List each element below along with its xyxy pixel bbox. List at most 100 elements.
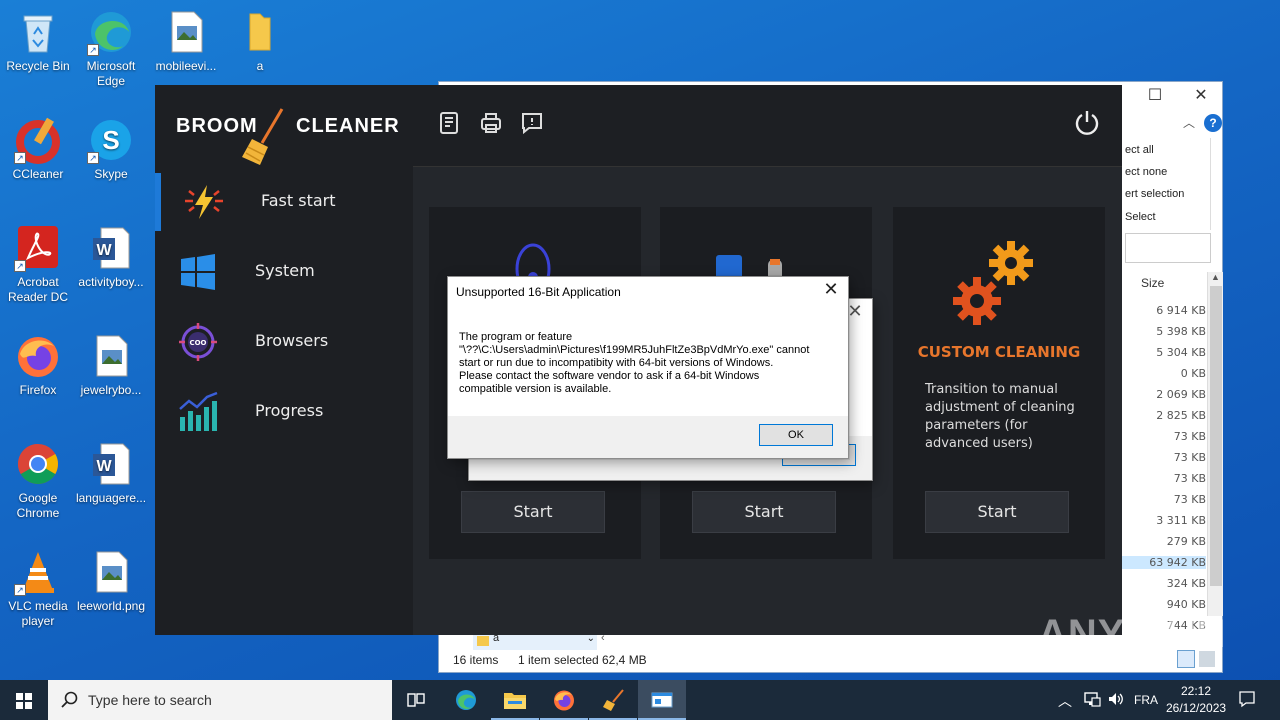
desktop-icon-recycle-bin[interactable]: Recycle Bin [0, 8, 76, 74]
file-size-cell[interactable]: 6 914 KB [1121, 304, 1206, 317]
nav-label: System [255, 261, 315, 280]
file-size-cell[interactable]: 0 KB [1121, 367, 1206, 380]
broom-icon [238, 107, 288, 167]
app-toolbar [413, 85, 1122, 167]
ccleaner-icon: ↗ [14, 116, 62, 164]
ok-button[interactable]: OK [759, 424, 833, 446]
nav-system[interactable]: System [155, 243, 413, 301]
taskbar-firefox[interactable] [540, 680, 588, 720]
taskbar-search[interactable]: Type here to search [48, 680, 392, 720]
scrollbar[interactable]: ▲ [1207, 272, 1223, 616]
maximize-icon[interactable]: ☐ [1132, 82, 1178, 110]
desktop-icon-languagere[interactable]: W languagere... [73, 440, 149, 506]
card-title: CUSTOM CLEANING [917, 343, 1081, 361]
taskbar-broom-cleaner[interactable] [589, 680, 637, 720]
desktop-icon-leeworld[interactable]: leeworld.png [73, 548, 149, 614]
column-header-size[interactable]: Size [1141, 276, 1164, 290]
desktop-icon-vlc[interactable]: ↗ VLC media player [0, 548, 76, 629]
desktop-icon-edge[interactable]: ↗ Microsoft Edge [73, 8, 149, 89]
progress-chart-icon [177, 391, 219, 433]
desktop-icon-label: a [256, 59, 264, 73]
message-line: compatible version is available. [459, 383, 612, 395]
folder-icon [477, 636, 489, 646]
start-button[interactable] [0, 680, 48, 720]
start-button[interactable]: Start [461, 491, 605, 533]
help-icon[interactable]: ? [1204, 114, 1222, 132]
desktop-icon-activityboy[interactable]: W activityboy... [73, 224, 149, 290]
message-line: "\??\C:\Users\admin\Pictures\f199MR5JuhF… [459, 344, 810, 356]
desktop-icon-label: leeworld.png [76, 599, 146, 613]
word-doc-icon: W [87, 440, 135, 488]
nav-fast-start[interactable]: Fast start [155, 173, 413, 231]
desktop-icon-label: Firefox [19, 383, 57, 397]
desktop-icon-mobileevi[interactable]: mobileevi... [148, 8, 224, 74]
nav-label: Browsers [255, 331, 329, 350]
search-field[interactable] [1125, 233, 1211, 263]
clock[interactable]: 22:12 26/12/2023 [1166, 684, 1226, 715]
desktop-icon-ccleaner[interactable]: ↗ CCleaner [0, 116, 76, 182]
desktop-icon-chrome[interactable]: Google Chrome [0, 440, 76, 521]
dialog-title: Unsupported 16-Bit Application [456, 285, 621, 299]
chevron-up-icon[interactable]: ︿ [1058, 691, 1072, 711]
svg-text:W: W [96, 242, 112, 259]
volume-icon[interactable] [1107, 690, 1125, 711]
language-indicator[interactable]: FRA [1134, 693, 1158, 707]
chrome-icon [14, 440, 62, 488]
desktop-icon-label: Acrobat Reader DC [7, 275, 69, 304]
image-file-icon [87, 332, 135, 380]
select-none-button[interactable]: ect none [1125, 166, 1167, 178]
file-size-cell[interactable]: 2 825 KB [1121, 409, 1206, 422]
file-size-cell[interactable]: 324 KB [1121, 577, 1206, 590]
desktop-icon-folder-a[interactable]: a [222, 8, 298, 74]
desktop-icon-firefox[interactable]: Firefox [0, 332, 76, 398]
file-size-cell[interactable]: 5 304 KB [1121, 346, 1206, 359]
start-button[interactable]: Start [692, 491, 836, 533]
taskbar-edge[interactable] [442, 680, 490, 720]
file-size-cell[interactable]: 73 KB [1121, 472, 1206, 485]
nav-browsers[interactable]: COO Browsers [155, 313, 413, 371]
dialog-message: The program or feature "\??\C:\Users\adm… [459, 331, 829, 396]
nav-progress[interactable]: Progress [155, 383, 413, 441]
file-size-cell[interactable]: 940 KB [1121, 598, 1206, 611]
desktop-icon-jewelrybo[interactable]: jewelrybo... [73, 332, 149, 398]
report-icon[interactable] [437, 111, 461, 135]
notification-icon[interactable] [1238, 690, 1256, 711]
desktop-icon-label: CCleaner [12, 167, 64, 181]
close-icon[interactable]: ✕ [820, 279, 842, 300]
search-placeholder: Type here to search [88, 692, 212, 708]
desktop-icon-label: Skype [94, 167, 128, 181]
search-icon [61, 691, 79, 714]
feedback-icon[interactable] [520, 111, 544, 135]
task-view-button[interactable] [392, 680, 440, 720]
chevron-up-icon[interactable]: ︿ [1183, 114, 1195, 131]
ribbon-select-group: ect all ect none ert selection Select [1119, 138, 1211, 230]
taskbar-file-explorer[interactable] [491, 680, 539, 720]
power-icon[interactable] [1073, 109, 1101, 137]
anyrun-watermark: ANY RUN [1038, 612, 1227, 656]
taskbar-active-window[interactable] [638, 680, 686, 720]
clock-time: 22:12 [1180, 684, 1212, 698]
network-icon[interactable] [1083, 690, 1101, 711]
desktop-icon-acrobat[interactable]: ↗ Acrobat Reader DC [0, 224, 76, 305]
start-button[interactable]: Start [925, 491, 1069, 533]
file-size-cell[interactable]: 279 KB [1121, 535, 1206, 548]
file-size-cell[interactable]: 73 KB [1121, 493, 1206, 506]
select-all-button[interactable]: ect all [1125, 144, 1154, 156]
close-icon[interactable]: ✕ [1178, 82, 1224, 110]
file-size-cell[interactable]: 63 942 KB [1121, 556, 1206, 569]
file-size-cell[interactable]: 3 311 KB [1121, 514, 1206, 527]
invert-selection-button[interactable]: ert selection [1125, 188, 1184, 200]
card-custom-cleaning: CUSTOM CLEANING Transition to manual adj… [893, 207, 1105, 559]
vlc-icon: ↗ [14, 548, 62, 596]
file-size-cell[interactable]: 5 398 KB [1121, 325, 1206, 338]
desktop-icon-skype[interactable]: S ↗ Skype [73, 116, 149, 182]
edge-icon: ↗ [87, 8, 135, 56]
desktop-icon-label: mobileevi... [155, 59, 217, 73]
acrobat-icon: ↗ [14, 224, 62, 272]
file-size-cell[interactable]: 73 KB [1121, 430, 1206, 443]
print-icon[interactable] [479, 111, 503, 135]
lightning-icon [183, 181, 225, 223]
file-size-cell[interactable]: 2 069 KB [1121, 388, 1206, 401]
clock-date: 26/12/2023 [1166, 701, 1227, 715]
file-size-cell[interactable]: 73 KB [1121, 451, 1206, 464]
